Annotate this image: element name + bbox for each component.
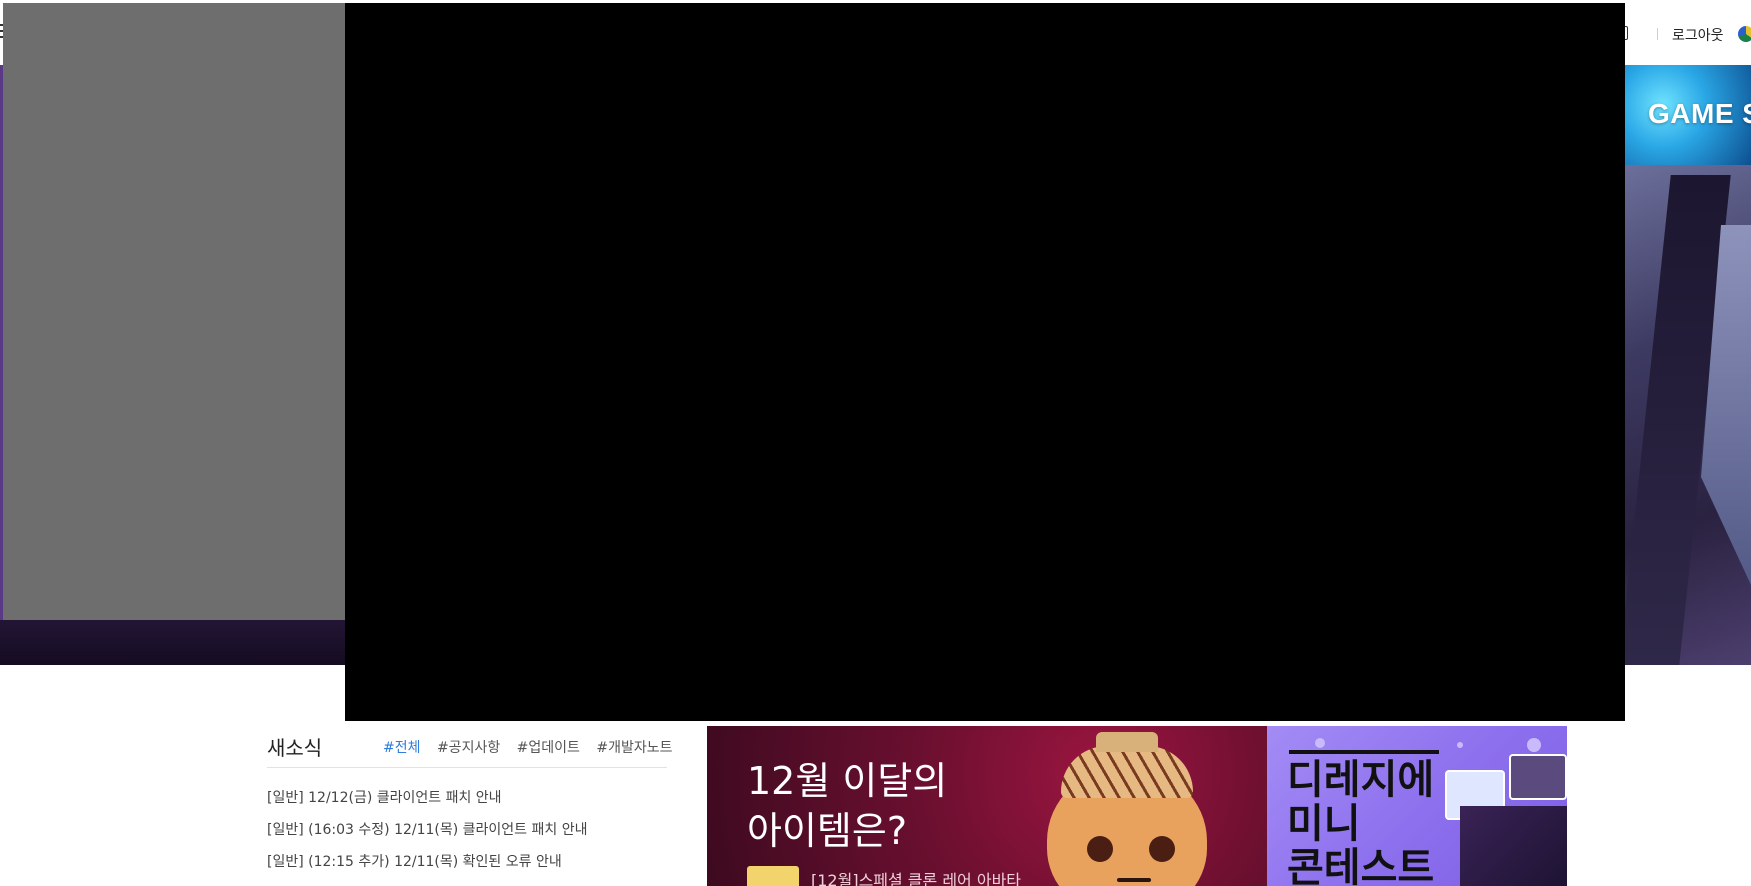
black-overlay-panel [345, 3, 1625, 721]
hero-art-bottom [0, 620, 345, 665]
game-promo-banner[interactable]: GAME S [1625, 65, 1751, 165]
item-of-month-title: 12월 이달의 아이템은? [747, 759, 948, 853]
tag-notice[interactable]: #공지사항 [437, 740, 500, 756]
character-artwork [1625, 165, 1751, 665]
news-item[interactable]: [일반] (16:03 수정) 12/11(목) 클라이언트 패치 안내 [267, 820, 587, 852]
promo-text: GAME S [1648, 98, 1751, 129]
item-of-month-banner[interactable]: 12월 이달의 아이템은? [12월]스페셜 클론 레어 아바타 [707, 726, 1267, 886]
news-divider [267, 767, 667, 768]
mascot-illustration [1037, 732, 1217, 886]
news-tag-filters: #전체 #공지사항 #업데이트 #개발자노트 [383, 737, 685, 757]
news-item[interactable]: [일반] 12/12(금) 클라이언트 패치 안내 [267, 788, 587, 820]
header-divider [1657, 28, 1658, 40]
news-section-title: 새소식 [267, 736, 323, 760]
tag-dev-note[interactable]: #개발자노트 [596, 740, 672, 756]
contest-image-card [1460, 806, 1567, 886]
decor-dot [1457, 742, 1463, 748]
contest-title: 디레지에 미니 콘테스트 [1287, 757, 1435, 886]
decor-dot [1315, 738, 1325, 748]
tag-all[interactable]: #전체 [383, 740, 421, 756]
contest-image-card [1509, 754, 1567, 800]
contest-title-rule [1289, 750, 1439, 754]
logout-link[interactable]: 로그아웃 [1672, 25, 1724, 45]
item-of-month-subtitle: [12월]스페셜 클론 레어 아바타 [811, 871, 1022, 886]
news-list: [일반] 12/12(금) 클라이언트 패치 안내 [일반] (16:03 수정… [267, 788, 587, 884]
news-item[interactable]: [일반] (12:15 추가) 12/11(목) 확인된 오류 안내 [267, 852, 587, 884]
globe-logo-icon[interactable] [1738, 26, 1751, 42]
decor-dot [1527, 738, 1541, 752]
avatar-thumbnail [747, 866, 799, 886]
tag-update[interactable]: #업데이트 [517, 740, 580, 756]
gray-overlay-panel [3, 3, 345, 620]
mini-contest-banner[interactable]: 디레지에 미니 콘테스트 [1267, 726, 1567, 886]
